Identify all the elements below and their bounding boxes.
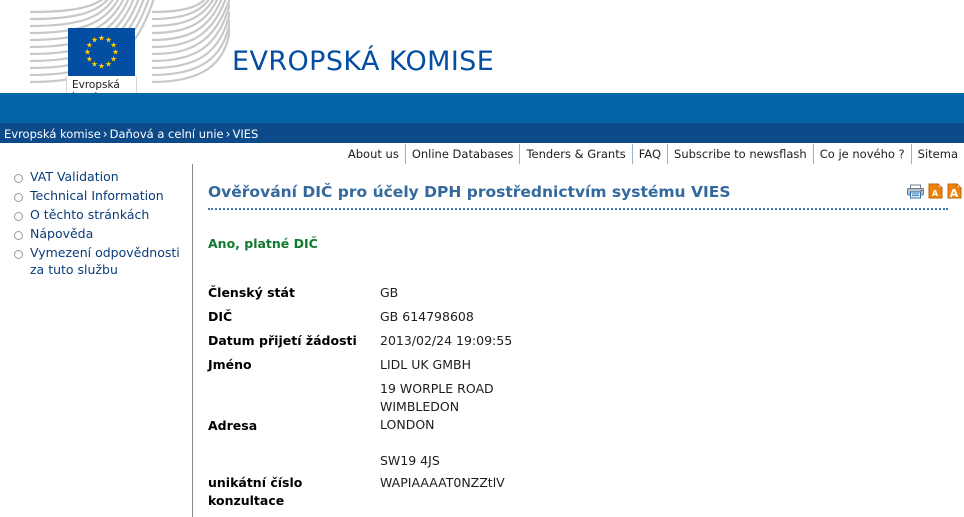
field-key: DIČ [208,309,233,324]
sidebar-item-help[interactable]: Nápověda [0,225,192,242]
eu-flag-icon [68,28,135,76]
page-tools: A A [907,183,962,199]
print-icon[interactable] [907,184,924,199]
svg-text:A: A [932,189,939,198]
organisation-title: EVROPSKÁ KOMISE [232,46,495,77]
nav-item-tenders-grants[interactable]: Tenders & Grants [519,143,631,164]
main-panel: A A Ověřování DIČ pro účely DPH prostřed… [194,164,964,517]
sidebar-item-vat-validation[interactable]: VAT Validation [0,168,192,185]
content-area: VAT Validation Technical Information O t… [0,164,964,517]
table-row-address: Adresa 19 WORPLE ROAD WIMBLEDON LONDON S… [208,380,908,470]
field-value: 19 WORPLE ROAD WIMBLEDON LONDON SW19 4JS [380,380,494,470]
table-row-consultation: unikátní číslo konzultace WAPIAAAAT0NZZt… [208,474,908,510]
nav-item-whats-new[interactable]: Co je nového ? [812,143,911,164]
address-postcode: SW19 4JS [380,453,440,468]
masthead: Evropská komise EVROPSKÁ KOMISE [0,0,964,93]
breadcrumb-item-2[interactable]: VIES [232,127,258,141]
field-value: 2013/02/24 19:09:55 [380,333,513,348]
eu-flag-stars [84,34,119,69]
decrease-font-icon[interactable]: A [928,183,943,199]
result-table: Členský stát GB DIČ GB 614798608 Datum p… [208,284,908,516]
field-key: Datum přijetí žádosti [208,333,357,348]
sidebar-item-label: VAT Validation [30,169,119,184]
sidebar: VAT Validation Technical Information O t… [0,164,193,517]
status-badge: Ano, platné DIČ [208,236,318,251]
sidebar-item-technical-information[interactable]: Technical Information [0,187,192,204]
page-title: Ověřování DIČ pro účely DPH prostřednict… [208,183,731,201]
increase-font-icon[interactable]: A [947,183,962,199]
field-value: GB [380,285,399,300]
address-blank-line [380,434,494,452]
address-line-1: 19 WORPLE ROAD [380,381,494,396]
nav-item-about-us[interactable]: About us [342,144,405,164]
nav-item-subscribe-newsflash[interactable]: Subscribe to newsflash [667,143,813,164]
bullet-icon [14,174,23,183]
nav-item-online-databases[interactable]: Online Databases [404,143,520,164]
sidebar-item-about-pages[interactable]: O těchto stránkách [0,206,192,223]
breadcrumb-item-1[interactable]: Daňová a celní unie [110,127,224,141]
field-value: GB 614798608 [380,309,474,324]
sidebar-item-label: Technical Information [30,188,164,203]
table-row: Datum přijetí žádosti 2013/02/24 19:09:5… [208,332,908,350]
bullet-icon [14,193,23,202]
sidebar-item-label: Vymezení odpovědnosti [30,245,180,260]
top-navigation: About us Online Databases Tenders & Gran… [0,143,964,165]
title-divider [208,208,948,210]
bullet-icon [14,231,23,240]
field-key: unikátní číslo konzultace [208,475,303,508]
nav-item-faq[interactable]: FAQ [631,143,667,164]
sidebar-item-label: Nápověda [30,226,94,241]
field-key: Adresa [208,417,258,433]
table-row: DIČ GB 614798608 [208,308,908,326]
table-row: Členský stát GB [208,284,908,302]
sidebar-item-label: O těchto stránkách [30,207,150,222]
address-line-2: WIMBLEDON [380,399,460,414]
field-key: Jméno [208,357,252,372]
breadcrumb: Evropská komise › Daňová a celní unie › VIES [4,126,258,142]
sidebar-item-label-continuation: za tuto službu [30,262,118,277]
bullet-icon [14,250,23,259]
logo-label-line1: Evropská [72,79,120,91]
bullet-icon [14,212,23,221]
breadcrumb-item-0[interactable]: Evropská komise [4,127,101,141]
logo-label: Evropská komise [66,76,137,93]
table-row: Jméno LIDL UK GMBH [208,356,908,374]
field-value: LIDL UK GMBH [380,357,471,372]
sidebar-item-disclaimer[interactable]: Vymezení odpovědnosti za tuto službu [0,244,192,278]
nav-item-sitemap[interactable]: Sitema [910,143,964,164]
header-band-light [0,93,964,123]
address-line-3: LONDON [380,417,435,432]
svg-text:A: A [950,187,959,199]
field-value: WAPIAAAAT0NZZtlV [380,475,505,490]
breadcrumb-separator: › [102,127,108,141]
field-key: Členský stát [208,285,295,300]
